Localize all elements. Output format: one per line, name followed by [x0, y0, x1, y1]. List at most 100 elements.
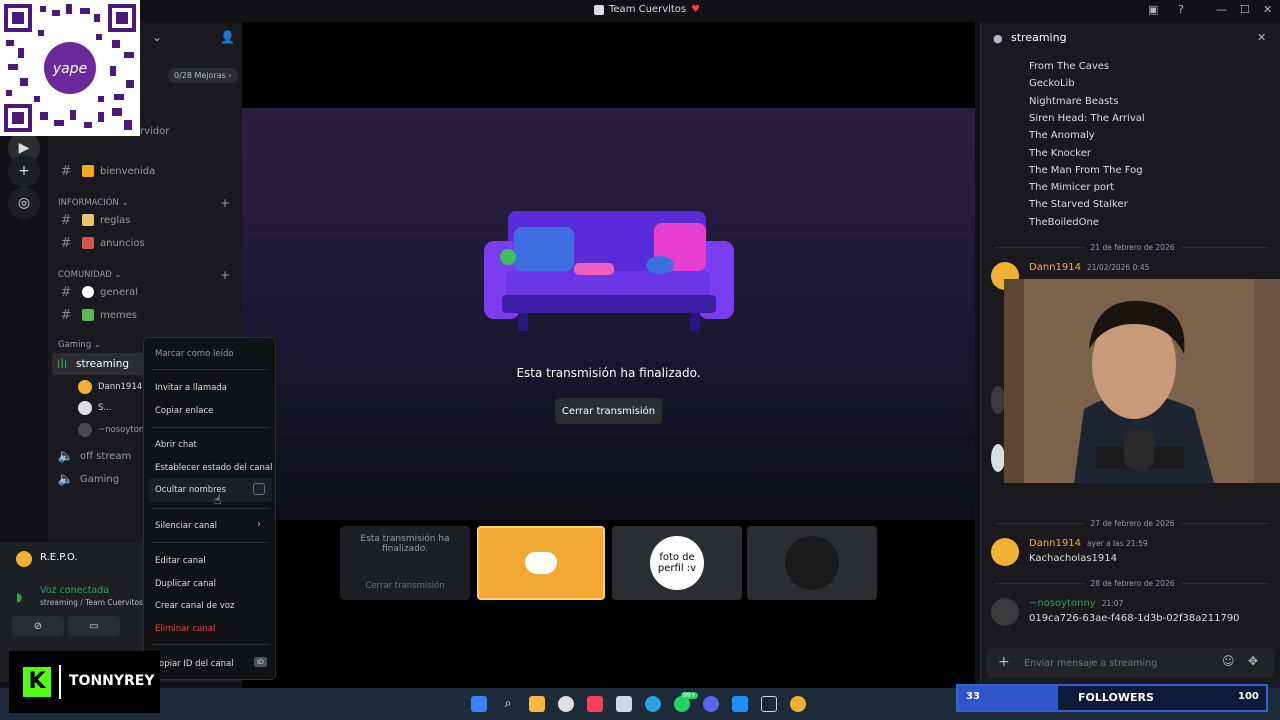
tile-close-stream-button[interactable]: Cerrar transmisión	[340, 581, 470, 591]
voice-user-s[interactable]: S...	[78, 401, 112, 415]
avatar[interactable]	[991, 538, 1019, 566]
game-list-item: Siren Head: The Arrival	[1029, 112, 1145, 124]
game-list-item: The Mimicer port	[1029, 182, 1115, 194]
repo-game-taskbar-icon[interactable]	[790, 696, 806, 712]
voice-user-dann[interactable]: Dann1914	[78, 380, 142, 394]
tile-nosoytonny[interactable]	[747, 526, 877, 600]
boost-progress[interactable]: 0/28 Mejoras ›	[168, 68, 238, 83]
tile-discord-user[interactable]	[477, 526, 605, 600]
channel-anuncios[interactable]: # anuncios	[56, 232, 236, 254]
search-icon[interactable]: ⌕	[500, 696, 516, 712]
menu-duplicate[interactable]: Duplicar canal	[155, 579, 216, 589]
windows-start-icon[interactable]	[471, 696, 487, 712]
channel-bienvenida[interactable]: # bienvenida	[56, 160, 236, 182]
channel-memes[interactable]: # memes	[56, 304, 236, 326]
menu-create-voice[interactable]: Crear canal de voz	[155, 601, 234, 611]
minimize-icon[interactable]: —	[1216, 3, 1227, 16]
invite-people-icon[interactable]: 👤	[220, 30, 235, 44]
channel-streaming[interactable]: ılı streaming	[52, 353, 144, 375]
tile-ended-stream[interactable]: Esta transmisión ha finalizado. Cerrar t…	[340, 526, 470, 600]
channel-name: Gaming	[80, 473, 120, 485]
date-divider: 21 de febrero de 2026	[995, 243, 1270, 252]
menu-open-chat[interactable]: Abrir chat	[155, 440, 197, 450]
steam-icon[interactable]	[761, 696, 777, 712]
author-name: Dann1914	[1029, 262, 1081, 273]
attach-plus-icon[interactable]: +	[998, 654, 1010, 670]
snipping-tool-icon[interactable]	[616, 696, 632, 712]
couch-illustration	[478, 205, 740, 335]
file-explorer-icon[interactable]	[529, 696, 545, 712]
voice-user-name: S...	[98, 403, 112, 413]
category-label: INFORMACIÓN	[58, 198, 119, 208]
add-channel-icon[interactable]: +	[220, 196, 230, 210]
chrome-icon[interactable]	[558, 696, 574, 712]
category-comunidad[interactable]: COMUNIDAD ⌄ +	[58, 268, 230, 282]
close-chat-icon[interactable]: ✕	[1257, 31, 1266, 44]
add-channel-icon[interactable]: +	[220, 268, 230, 282]
avatar[interactable]	[991, 386, 1005, 414]
discord-icon[interactable]	[703, 696, 719, 712]
kick-logo-icon: K	[23, 667, 51, 697]
hash-icon: #	[60, 212, 72, 228]
tile-ended-text: Esta transmisión ha finalizado.	[360, 534, 450, 554]
signal-icon: ◗	[16, 590, 23, 604]
server-guide-label[interactable]: rvidor	[140, 126, 169, 137]
avatar	[78, 423, 92, 437]
add-server-icon[interactable]: +	[8, 155, 40, 187]
menu-edit[interactable]: Editar canal	[155, 556, 206, 566]
discord-logo-icon	[525, 552, 557, 574]
apps-icon[interactable]: ✥	[1248, 654, 1258, 668]
hide-names-checkbox[interactable]	[253, 483, 265, 495]
game-list-item: The Man From The Fog	[1029, 164, 1143, 176]
menu-set-status[interactable]: Establecer estado del canal	[155, 463, 272, 473]
followers-goal-bar: 33 FOLLOWERS 100	[956, 684, 1268, 712]
hash-icon: #	[60, 307, 72, 323]
message-author-2[interactable]: Dann1914 ayer a las 21:59	[1029, 538, 1148, 549]
category-gaming[interactable]: Gaming ⌄	[58, 340, 138, 350]
edge-icon[interactable]	[645, 696, 661, 712]
message-author-3[interactable]: ~nosoytonny 21:07	[1029, 598, 1123, 609]
close-stream-button[interactable]: Cerrar transmisión	[555, 398, 662, 424]
tile-profile-photo[interactable]: foto de perfil :v	[612, 526, 742, 600]
menu-copy-id[interactable]: opiar ID del canal	[159, 659, 234, 669]
channel-name: off stream	[80, 450, 132, 462]
menu-invite[interactable]: Invitar a llamada	[155, 383, 227, 393]
help-icon[interactable]: ?	[1178, 3, 1184, 16]
maximize-icon[interactable]: ☐	[1240, 3, 1250, 16]
followers-count: 33	[966, 691, 980, 702]
menu-mark-read[interactable]: Marcar como leído	[155, 349, 234, 359]
inbox-icon[interactable]: ▣	[1148, 3, 1158, 16]
avatar[interactable]	[991, 444, 1005, 472]
notification-badge: 99+	[681, 692, 698, 699]
explore-icon[interactable]: ◎	[8, 187, 40, 219]
speech-bubble-emoji-icon	[82, 286, 94, 298]
channel-general[interactable]: # general	[56, 281, 236, 303]
megaphone-emoji-icon	[82, 237, 94, 249]
activity-name: R.E.P.O.	[40, 552, 78, 563]
menu-copy-link[interactable]: Copiar enlace	[155, 406, 213, 416]
speaker-icon: 🔈	[57, 448, 75, 464]
game-list-item: TheBoiledOne	[1029, 216, 1099, 228]
chat-message-input[interactable]	[1024, 654, 1214, 672]
vscode-icon[interactable]	[732, 696, 748, 712]
qr-code-image: yape	[0, 0, 140, 136]
close-icon[interactable]: ✕	[1263, 3, 1272, 16]
avatar[interactable]	[991, 598, 1019, 626]
avatar	[78, 401, 92, 415]
emoji-icon[interactable]: ☺	[1222, 654, 1235, 668]
author-name: ~nosoytonny	[1029, 598, 1096, 609]
chat-input-box: + ☺ ✥	[986, 648, 1274, 678]
voice-channel-path[interactable]: streaming / Team Cuervitos	[40, 598, 143, 607]
message-author-1[interactable]: Dann1914 21/02/2026 0:45	[1029, 262, 1149, 273]
menu-mute[interactable]: Silenciar canal	[155, 521, 217, 531]
menu-divider	[152, 427, 269, 428]
channel-name: streaming	[76, 358, 130, 370]
camera-off-button[interactable]: ⊘	[12, 616, 64, 636]
screen-share-button[interactable]: ▭	[68, 616, 120, 636]
channel-reglas[interactable]: # reglas	[56, 209, 236, 231]
chevron-right-icon: ›	[257, 519, 261, 530]
server-menu-chevron-icon[interactable]: ⌄	[152, 30, 162, 44]
menu-delete[interactable]: Eliminar canal	[155, 624, 215, 634]
music-icon[interactable]	[587, 696, 603, 712]
category-informacion[interactable]: INFORMACIÓN ⌄ +	[58, 196, 230, 210]
